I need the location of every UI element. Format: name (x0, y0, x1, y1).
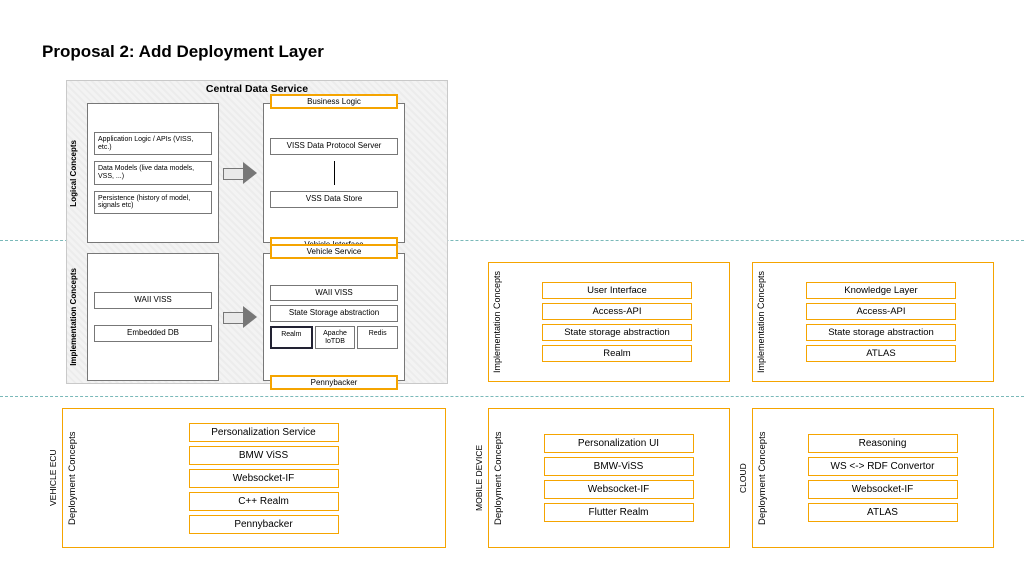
logical-concepts-label: Logical Concepts (69, 140, 83, 207)
dep-item: BMW-ViSS (544, 457, 694, 476)
impl-stack-mobile: User Interface Access-API State storage … (505, 263, 729, 381)
deployment-concepts-label: Deployment Concepts (63, 409, 82, 547)
logical-left-a: Application Logic / APIs (VISS, etc.) (94, 132, 212, 155)
business-logic-header: Business Logic (270, 94, 398, 109)
arrow-icon (223, 308, 259, 326)
embedded-db-box: Embedded DB (94, 325, 212, 342)
impl-concepts-label: Implementation Concepts (69, 268, 83, 366)
logical-left-b: Data Models (live data models, VSS, ...) (94, 161, 212, 184)
impl-item: Access-API (806, 303, 956, 320)
impl-right-column: Vehicle Service WAII VISS State Storage … (263, 253, 405, 381)
logical-band: Logical Concepts Application Logic / API… (69, 103, 445, 243)
vss-store-box: VSS Data Store (270, 191, 398, 208)
deployment-concepts-label: Deployment Concepts (753, 409, 772, 547)
impl-item: ATLAS (806, 345, 956, 362)
dep-item: WS <-> RDF Convertor (808, 457, 958, 476)
dep-item: C++ Realm (189, 492, 339, 511)
impl-item: Access-API (542, 303, 692, 320)
dep-stack-cloud: Reasoning WS <-> RDF Convertor Websocket… (772, 409, 993, 547)
cloud-label: CLOUD (738, 408, 748, 548)
vehicle-service-header: Vehicle Service (270, 244, 398, 259)
deploy-card-cloud: Deployment Concepts Reasoning WS <-> RDF… (752, 408, 994, 548)
arrow-icon (334, 161, 335, 185)
deploy-card-ecu: Deployment Concepts Personalization Serv… (62, 408, 446, 548)
divider-2 (0, 396, 1024, 397)
dep-item: Websocket-IF (544, 480, 694, 499)
impl-card-cloud: Implementation Concepts Knowledge Layer … (752, 262, 994, 382)
waii-viss-right: WAII VISS (270, 285, 398, 302)
dep-item: Reasoning (808, 434, 958, 453)
existing-architecture-figure: Central Data Service Logical Concepts Ap… (66, 80, 448, 384)
dep-item: Personalization Service (189, 423, 339, 442)
dep-item: Pennybacker (189, 515, 339, 534)
impl-concepts-label: Implementation Concepts (489, 263, 505, 381)
page-title: Proposal 2: Add Deployment Layer (42, 42, 324, 62)
impl-card-mobile: Implementation Concepts User Interface A… (488, 262, 730, 382)
impl-item: State storage abstraction (806, 324, 956, 341)
dep-item: Websocket-IF (808, 480, 958, 499)
iotdb-box: Apache IoTDB (315, 326, 356, 349)
dep-stack-mobile: Personalization UI BMW-ViSS Websocket-IF… (508, 409, 729, 547)
dep-item: ATLAS (808, 503, 958, 522)
mobile-label: MOBILE DEVICE (474, 408, 484, 548)
ecu-label: VEHICLE ECU (48, 408, 58, 548)
pennybacker-footer: Pennybacker (270, 375, 398, 390)
viss-server-box: VISS Data Protocol Server (270, 138, 398, 155)
impl-item: Realm (542, 345, 692, 362)
arrow-icon (223, 164, 259, 182)
deployment-concepts-label: Deployment Concepts (489, 409, 508, 547)
dep-item: Websocket-IF (189, 469, 339, 488)
impl-band: Implementation Concepts WAII VISS Embedd… (69, 253, 445, 381)
dep-stack-ecu: Personalization Service BMW ViSS Websock… (82, 409, 445, 547)
realm-box: Realm (270, 326, 313, 349)
impl-item: State storage abstraction (542, 324, 692, 341)
impl-concepts-label: Implementation Concepts (753, 263, 769, 381)
dep-item: Flutter Realm (544, 503, 694, 522)
logical-left-c: Persistence (history of model, signals e… (94, 191, 212, 214)
impl-stack-cloud: Knowledge Layer Access-API State storage… (769, 263, 993, 381)
logical-left-column: Application Logic / APIs (VISS, etc.) Da… (87, 103, 219, 243)
impl-item: Knowledge Layer (806, 282, 956, 299)
logical-right-column: Business Logic VISS Data Protocol Server… (263, 103, 405, 243)
impl-item: User Interface (542, 282, 692, 299)
dep-item: Personalization UI (544, 434, 694, 453)
redis-box: Redis (357, 326, 398, 349)
deploy-card-mobile: Deployment Concepts Personalization UI B… (488, 408, 730, 548)
state-storage-box: State Storage abstraction (270, 305, 398, 322)
impl-left-column: WAII VISS Embedded DB (87, 253, 219, 381)
waii-viss-left: WAII VISS (94, 292, 212, 309)
db-row: Realm Apache IoTDB Redis (270, 326, 398, 349)
dep-item: BMW ViSS (189, 446, 339, 465)
